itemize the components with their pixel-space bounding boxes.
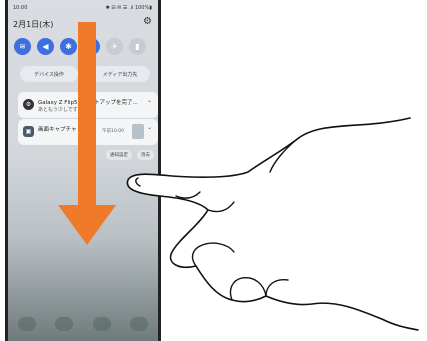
- hand-pointer-icon: [126, 117, 419, 331]
